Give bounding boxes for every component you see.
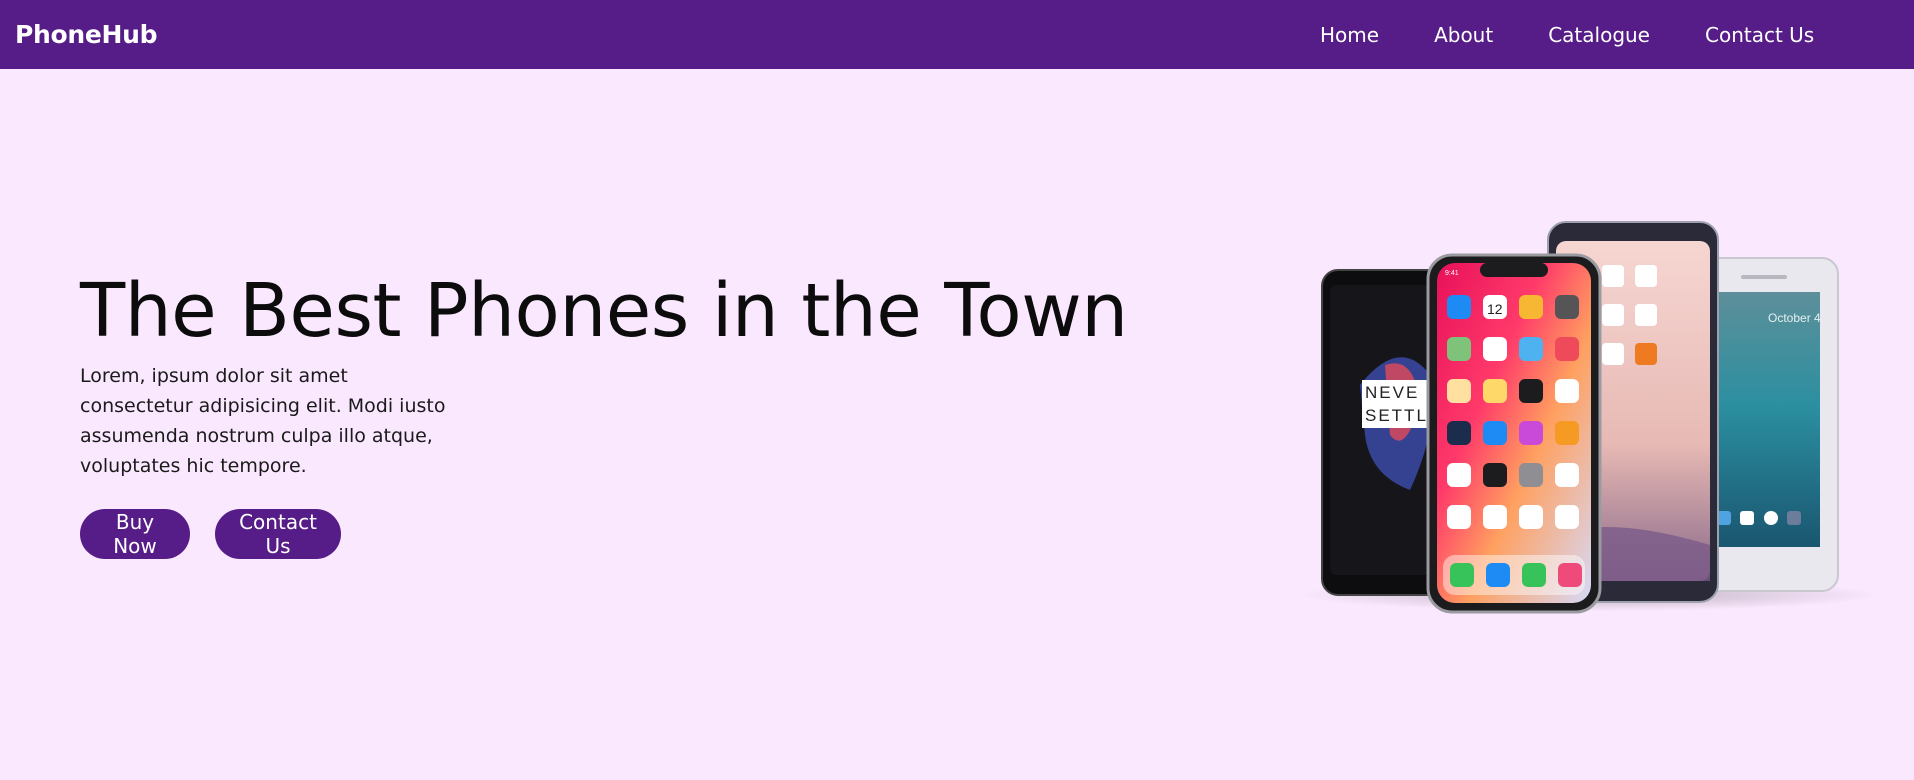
nav-link-catalogue[interactable]: Catalogue <box>1548 23 1650 47</box>
nav-link-about[interactable]: About <box>1434 23 1493 47</box>
buy-now-button[interactable]: Buy Now <box>80 509 190 559</box>
brand-logo[interactable]: PhoneHub <box>15 20 158 49</box>
hero-description: Lorem, ipsum dolor sit amet consectetur … <box>80 365 446 477</box>
navbar: PhoneHub Home About Catalogue Contact Us <box>0 0 1914 69</box>
contact-us-button[interactable]: Contact Us <box>215 509 341 559</box>
oneplus-text-line2: SETTL <box>1365 406 1428 425</box>
nav-link-contact-us[interactable]: Contact Us <box>1705 23 1814 47</box>
iphone-calendar-day: 12 <box>1487 301 1503 317</box>
phones-hero-image: October 4 NEVE SETTL 9:41 12 <box>1290 215 1890 625</box>
nav-link-home[interactable]: Home <box>1320 23 1379 47</box>
nav-links: Home About Catalogue Contact Us <box>1320 23 1869 47</box>
iphone-time-text: 9:41 <box>1445 270 1459 277</box>
iphone-x-phone: 9:41 12 <box>1426 253 1602 614</box>
hero-title: The Best Phones in the Town <box>80 268 1128 354</box>
phones-illustration: October 4 NEVE SETTL 9:41 12 <box>1300 221 1880 614</box>
oneplus-text-line1: NEVE <box>1365 383 1419 402</box>
pixel-date-text: October 4 <box>1768 311 1821 325</box>
